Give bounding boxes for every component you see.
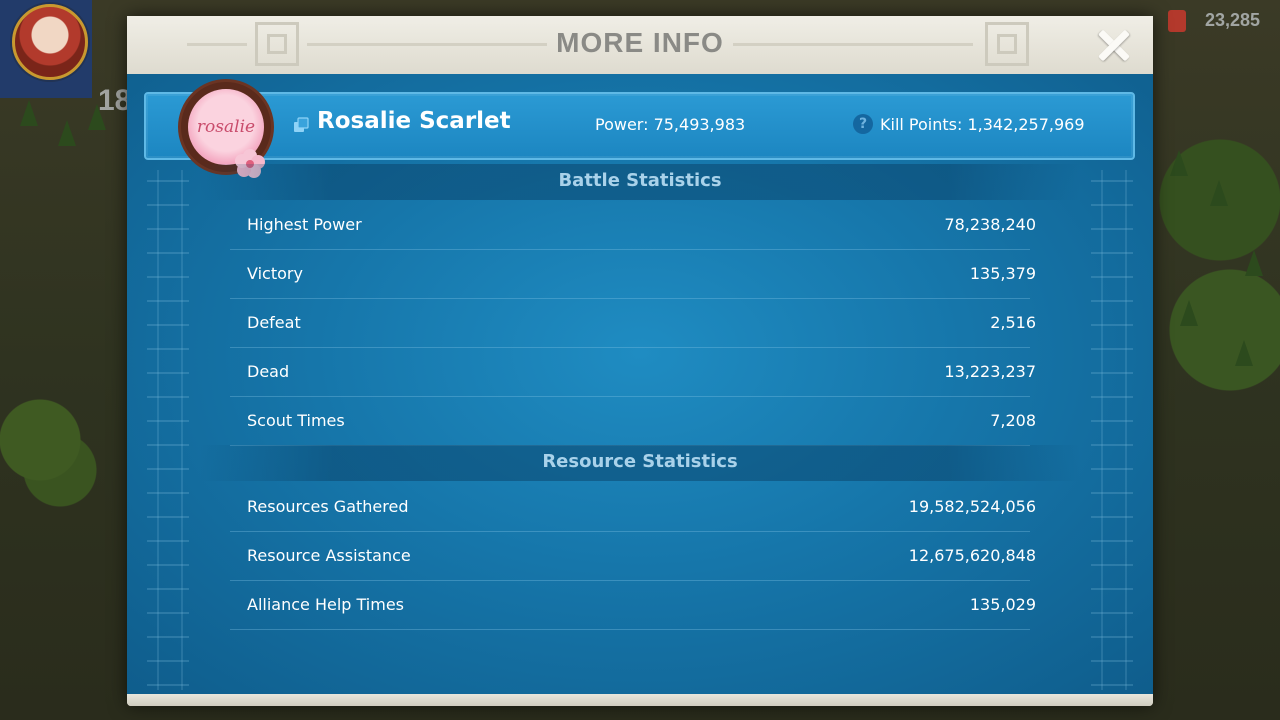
avatar-text: rosalie <box>196 117 256 137</box>
hud-avatar[interactable] <box>12 4 88 80</box>
resource-statistics-heading: Resource Statistics <box>200 445 1080 481</box>
player-name: Rosalie Scarlet <box>317 108 511 134</box>
stat-value: 78,238,240 <box>944 215 1036 234</box>
more-info-modal: MORE INFO rosalie Rosalie Scarlet Power:… <box>127 16 1153 706</box>
stat-row-highest-power: Highest Power 78,238,240 <box>230 201 1036 250</box>
modal-header: MORE INFO <box>127 16 1153 76</box>
greek-border-left <box>147 170 189 690</box>
modal-title: MORE INFO <box>556 27 724 58</box>
modal-footer <box>127 694 1153 706</box>
close-icon[interactable] <box>1091 22 1137 68</box>
stat-label: Defeat <box>247 313 301 332</box>
tree <box>20 100 38 126</box>
help-icon[interactable]: ? <box>853 114 873 134</box>
stat-value: 19,582,524,056 <box>908 497 1036 516</box>
tree <box>1180 300 1198 326</box>
tree <box>1210 180 1228 206</box>
stat-label: Resource Assistance <box>247 546 411 565</box>
tree <box>1245 250 1263 276</box>
stat-value: 135,379 <box>969 264 1036 283</box>
stat-row-alliance-help-times: Alliance Help Times 135,029 <box>230 581 1036 630</box>
stat-row-dead: Dead 13,223,237 <box>230 348 1036 397</box>
stat-label: Victory <box>247 264 303 283</box>
stat-label: Alliance Help Times <box>247 595 405 614</box>
tree <box>58 120 76 146</box>
tree <box>1235 340 1253 366</box>
player-power: Power: 75,493,983 <box>595 115 746 134</box>
stat-label: Dead <box>247 362 290 381</box>
stat-label: Highest Power <box>247 215 362 234</box>
stat-value: 13,223,237 <box>944 362 1036 381</box>
tree <box>1170 150 1188 176</box>
stat-value: 135,029 <box>969 595 1036 614</box>
copy-icon[interactable] <box>293 117 309 133</box>
greek-border-right <box>1091 170 1133 690</box>
stat-value: 7,208 <box>990 411 1036 430</box>
stat-row-resources-gathered: Resources Gathered 19,582,524,056 <box>230 483 1036 532</box>
stat-row-resource-assistance: Resource Assistance 12,675,620,848 <box>230 532 1036 581</box>
stat-label: Resources Gathered <box>247 497 409 516</box>
stat-label: Scout Times <box>247 411 345 430</box>
stat-row-victory: Victory 135,379 <box>230 250 1036 299</box>
gem-count: 23,285 <box>1204 10 1260 30</box>
kill-points: Kill Points: 1,342,257,969 <box>880 115 1085 134</box>
battle-statistics-heading: Battle Statistics <box>200 164 1080 200</box>
gem-icon <box>1168 10 1186 32</box>
stat-value: 12,675,620,848 <box>908 546 1036 565</box>
stat-row-scout-times: Scout Times 7,208 <box>230 397 1036 446</box>
stat-value: 2,516 <box>990 313 1036 332</box>
stat-row-defeat: Defeat 2,516 <box>230 299 1036 348</box>
